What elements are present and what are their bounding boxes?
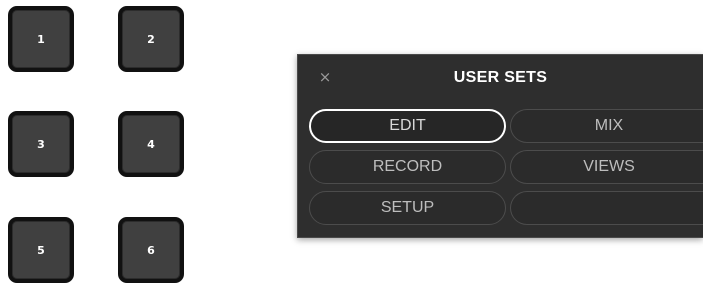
empty-set-button[interactable] xyxy=(510,191,703,225)
user-sets-grid: EDIT MIX RECORD VIEWS SETUP xyxy=(309,109,703,225)
user-sets-panel: × USER SETS EDIT MIX RECORD VIEWS SETUP xyxy=(297,54,703,238)
panel-title: USER SETS xyxy=(453,69,548,86)
pad-2-button[interactable]: 2 xyxy=(118,6,184,72)
pad-3-button[interactable]: 3 xyxy=(8,111,74,177)
panel-header: × USER SETS xyxy=(298,55,703,101)
close-icon[interactable]: × xyxy=(316,68,334,86)
edit-button[interactable]: EDIT xyxy=(309,109,506,143)
record-button[interactable]: RECORD xyxy=(309,150,506,184)
pad-5-button[interactable]: 5 xyxy=(8,217,74,283)
pad-1-button[interactable]: 1 xyxy=(8,6,74,72)
mix-button[interactable]: MIX xyxy=(510,109,703,143)
stage: 1 2 3 4 5 6 × USER SETS EDIT MIX RECORD … xyxy=(0,0,703,283)
pad-6-button[interactable]: 6 xyxy=(118,217,184,283)
views-button[interactable]: VIEWS xyxy=(510,150,703,184)
pad-4-button[interactable]: 4 xyxy=(118,111,184,177)
setup-button[interactable]: SETUP xyxy=(309,191,506,225)
